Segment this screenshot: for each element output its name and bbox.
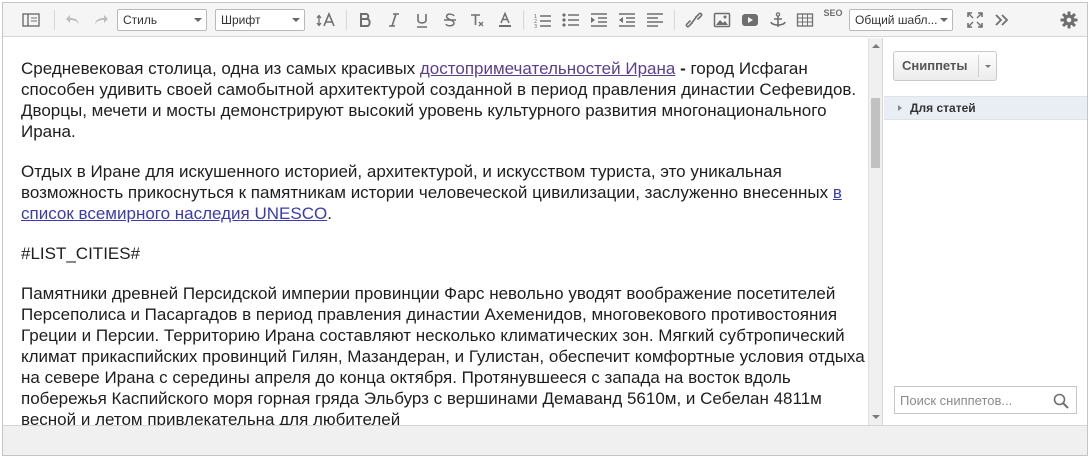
p2-text-end: . — [327, 204, 332, 223]
font-select[interactable]: Шрифт — [215, 9, 305, 31]
template-select[interactable]: Общий шабл... — [849, 9, 953, 31]
p1-bold-dash: - — [675, 59, 691, 78]
italic-icon[interactable] — [383, 8, 405, 32]
strikethrough-icon[interactable] — [439, 8, 461, 32]
toolbar-separator — [674, 10, 675, 30]
html-editor: Стиль Шрифт 1 2 3 SEO Общий шабл... Сред… — [2, 2, 1088, 456]
numbered-list-icon[interactable]: 1 2 3 — [531, 8, 555, 32]
paragraph: Отдых в Иране для искушенного историей, … — [21, 161, 866, 224]
fullscreen-icon[interactable] — [963, 8, 987, 32]
more-tools-icon[interactable] — [990, 8, 1014, 32]
toolbar-separator — [346, 10, 347, 30]
clear-format-icon[interactable] — [466, 8, 488, 32]
editor-toolbar: Стиль Шрифт 1 2 3 SEO Общий шабл... — [3, 3, 1087, 37]
chevron-down-icon — [292, 18, 300, 22]
placeholder-macro: #LIST_CITIES# — [21, 244, 141, 263]
style-select[interactable]: Стиль — [117, 9, 207, 31]
font-size-icon[interactable] — [314, 8, 340, 32]
view-mode-icon[interactable] — [17, 8, 45, 32]
bullet-list-icon[interactable] — [559, 8, 583, 32]
button-divider — [978, 55, 979, 77]
scroll-down-icon[interactable] — [872, 415, 880, 419]
snippets-button[interactable]: Сниппеты — [893, 51, 997, 81]
snippets-panel: Сниппеты Для статей — [882, 38, 1087, 425]
seo-label: SEO — [823, 8, 843, 18]
seo-button[interactable]: SEO — [820, 8, 846, 32]
text-color-icon[interactable] — [494, 8, 516, 32]
link-icon[interactable] — [682, 8, 706, 32]
align-left-icon[interactable] — [643, 8, 667, 32]
paragraph: Памятники древней Персидской империи про… — [21, 284, 865, 425]
paragraph: Средневековая столица, одна из самых кра… — [21, 58, 866, 142]
outdent-icon[interactable] — [615, 8, 639, 32]
bold-icon[interactable] — [354, 8, 376, 32]
expand-arrow-icon[interactable] — [898, 105, 902, 111]
link-iran-sights[interactable]: достопримечательностей Ирана — [420, 59, 675, 78]
template-select-value: Общий шабл... — [855, 13, 938, 27]
image-icon[interactable] — [710, 8, 734, 32]
gear-icon[interactable] — [1057, 8, 1081, 32]
font-select-value: Шрифт — [221, 13, 261, 27]
undo-icon[interactable] — [61, 8, 85, 32]
p2-text-start: Отдых в Иране для искушенного историей, … — [21, 162, 833, 202]
chevron-down-icon[interactable] — [985, 65, 991, 68]
chevron-down-icon — [940, 18, 948, 22]
scroll-up-icon[interactable] — [872, 44, 880, 48]
editor-content[interactable]: Средневековая столица, одна из самых кра… — [3, 38, 868, 425]
snippet-search-input[interactable] — [900, 392, 1048, 409]
anchor-icon[interactable] — [766, 8, 790, 32]
toolbar-separator — [523, 10, 524, 30]
snippet-group-item[interactable]: Для статей — [884, 96, 1087, 120]
scroll-thumb[interactable] — [871, 98, 880, 168]
snippet-search — [894, 386, 1077, 414]
table-icon[interactable] — [793, 8, 817, 32]
snippets-button-label: Сниппеты — [902, 58, 968, 73]
content-scrollbar[interactable] — [868, 38, 882, 425]
chevron-down-icon — [194, 18, 202, 22]
redo-icon[interactable] — [89, 8, 113, 32]
indent-icon[interactable] — [587, 8, 611, 32]
search-icon[interactable] — [1053, 393, 1069, 412]
toolbar-separator — [54, 10, 55, 30]
style-select-value: Стиль — [123, 13, 158, 27]
underline-icon[interactable] — [411, 8, 433, 32]
status-bar — [3, 425, 1087, 455]
snippet-group-label: Для статей — [910, 101, 976, 115]
video-icon[interactable] — [738, 8, 762, 32]
svg-text:3: 3 — [534, 24, 537, 28]
p1-text-start: Средневековая столица, одна из самых кра… — [21, 59, 420, 78]
